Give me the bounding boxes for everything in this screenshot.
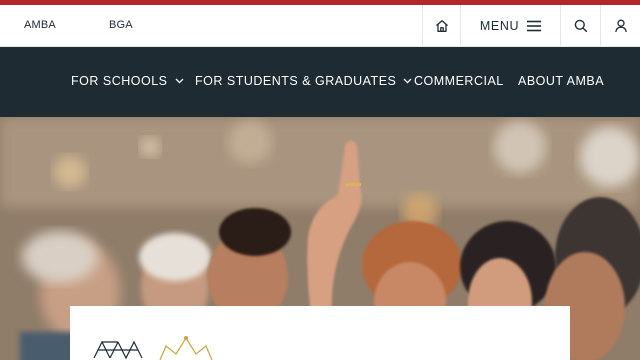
hero-content-card (70, 306, 570, 360)
menu-button[interactable]: MENU (460, 5, 560, 47)
nav-item-for-students-graduates[interactable]: FOR STUDENTS & GRADUATES (195, 74, 412, 88)
nav-item-label: COMMERCIAL (414, 74, 504, 88)
utility-bar: AMBA BGA MENU (0, 5, 640, 47)
nav-item-label: FOR STUDENTS & GRADUATES (195, 74, 397, 88)
search-button[interactable] (560, 5, 600, 47)
crown-logo-icon (159, 336, 213, 360)
chevron-down-icon (403, 78, 412, 84)
chevron-down-icon (175, 78, 183, 84)
utility-actions: MENU (422, 5, 640, 47)
menu-label: MENU (479, 19, 520, 33)
search-icon (574, 19, 587, 33)
nav-item-label: ABOUT AMBA (518, 74, 605, 88)
brand-link-amba[interactable]: AMBA (24, 19, 56, 31)
brand-link-bga[interactable]: BGA (109, 19, 133, 31)
hamburger-icon (527, 20, 542, 32)
account-button[interactable] (600, 5, 640, 47)
nav-item-label: FOR SCHOOLS (71, 74, 168, 88)
account-icon (614, 19, 627, 33)
amba-logo-icon (93, 340, 143, 360)
accreditation-logos (92, 336, 216, 360)
home-icon (435, 20, 448, 32)
home-button[interactable] (422, 5, 460, 47)
nav-item-for-schools[interactable]: FOR SCHOOLS (71, 74, 184, 88)
main-navigation: FOR SCHOOLS FOR STUDENTS & GRADUATES COM… (0, 47, 640, 117)
nav-item-about-amba[interactable]: ABOUT AMBA (518, 74, 604, 88)
nav-item-commercial[interactable]: COMMERCIAL (414, 74, 504, 88)
